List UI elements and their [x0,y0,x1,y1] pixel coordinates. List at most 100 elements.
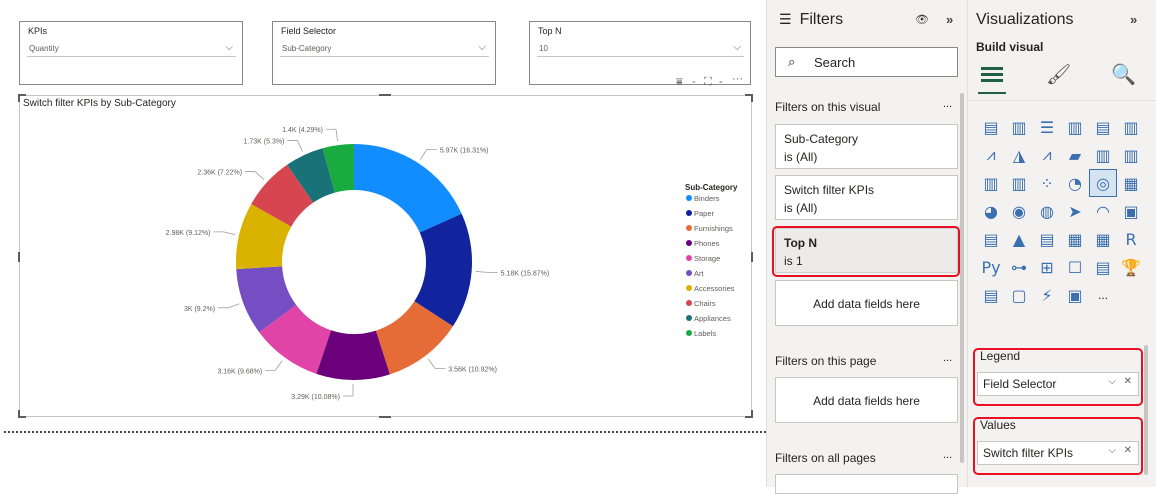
clustered-column-chart-icon[interactable]: ▥ [1061,113,1089,141]
legend-item-storage[interactable]: Storage [694,254,720,263]
gauge-icon[interactable]: ◠ [1089,197,1117,225]
kpi-icon[interactable]: ▲ [1005,225,1033,253]
resize-handle-bottom[interactable] [379,416,391,418]
data-label: 5.18K (15.87%) [501,270,550,277]
top-n-dropdown[interactable]: 10 ⌵ [537,41,744,57]
multi-row-card-icon[interactable]: ▤ [977,225,1005,253]
legend-item-furnishings[interactable]: Furnishings [694,224,733,233]
format-visual-tab-icon[interactable]: 🖌 [1046,62,1071,87]
gallery-glyph: ◕ [984,201,998,221]
viz-scrollbar[interactable] [1144,345,1148,475]
card-icon[interactable]: ▣ [1117,197,1145,225]
decomposition-tree-icon[interactable]: ⊞ [1033,253,1061,281]
donut-slice-binders[interactable] [354,144,462,233]
100-stacked-column-chart-icon[interactable]: ▥ [1117,113,1145,141]
kpis-slicer[interactable]: KPIs Quantity ⌵ [19,21,243,85]
azure-map-icon[interactable]: ➤ [1061,197,1089,225]
100-stacked-bar-chart-icon[interactable]: ▤ [1089,113,1117,141]
legend-marker [686,195,692,201]
slicer-title: Field Selector [281,26,337,36]
scatter-chart-icon[interactable]: ⁘ [1033,169,1061,197]
separator-dash: - [692,76,696,88]
legend-item-paper[interactable]: Paper [694,209,715,218]
visualizations-title: Visualizations [976,11,1074,28]
waterfall-chart-icon[interactable]: ▥ [977,169,1005,197]
resize-handle-right[interactable] [751,252,753,262]
power-apps-icon[interactable]: ▢ [1005,281,1033,309]
get-more-visuals-icon[interactable]: ▣ [1061,281,1089,309]
paginated-report-icon[interactable]: 🏆 [1117,253,1145,281]
field-selector-dropdown[interactable]: Sub-Category ⌵ [280,41,489,57]
build-visual-tab-icon[interactable] [980,64,1004,86]
filters-scrollbar[interactable] [960,93,964,463]
filled-map-icon[interactable]: ◉ [1005,197,1033,225]
r-visual-icon[interactable]: R [1117,225,1145,253]
table-icon[interactable]: ▦ [1061,225,1089,253]
pie-chart-icon[interactable]: ◔ [1061,169,1089,197]
add-page-filter-drop-zone[interactable]: Add data fields here [775,377,958,423]
power-automate-icon[interactable]: ⚡ [1033,281,1061,309]
more-options-icon[interactable]: ··· [732,73,743,85]
focus-mode-icon[interactable]: ⛶ [704,76,712,89]
kpis-dropdown[interactable]: Quantity ⌵ [27,41,236,57]
filters-search-input[interactable]: ⌕ Search [775,47,958,77]
collapse-pane-icon[interactable]: » [1130,12,1137,27]
metrics-icon[interactable]: ▤ [977,281,1005,309]
qa-icon[interactable]: ☐ [1061,253,1089,281]
top-n-slicer[interactable]: Top N 10 ⌵ [529,21,751,85]
chevron-down-icon[interactable]: ⌵ [225,42,233,53]
matrix-icon[interactable]: ▦ [1089,225,1117,253]
stacked-area-chart-icon[interactable]: ⩘ [1033,141,1061,169]
legend-item-accessories[interactable]: Accessories [694,284,735,293]
field-selector-slicer[interactable]: Field Selector Sub-Category ⌵ [272,21,496,85]
key-influencers-icon[interactable]: ⊶ [1005,253,1033,281]
legend-item-appliances[interactable]: Appliances [694,314,731,323]
gallery-glyph: ▦ [1095,229,1111,249]
clustered-bar-chart-icon[interactable]: ☰ [1033,113,1061,141]
more-options-icon[interactable]: ... [943,449,952,461]
line-clustered-column-icon[interactable]: ▥ [1089,141,1117,169]
analytics-tab-icon[interactable]: 🔍 [1111,62,1136,87]
smart-narrative-icon[interactable]: ▤ [1089,253,1117,281]
gallery-glyph: ◍ [1040,201,1054,221]
filter-card-switch-filter-kpis[interactable]: Switch filter KPIs is (All) [775,175,958,220]
filters-on-page-heading: Filters on this page [775,354,877,368]
filter-icon[interactable]: ⩸ [676,76,683,89]
legend-item-chairs[interactable]: Chairs [694,299,716,308]
legend-item-labels[interactable]: Labels [694,329,716,338]
donut-chart-icon[interactable]: ◎ [1089,169,1117,197]
slicer-icon[interactable]: ▤ [1033,225,1061,253]
map-icon[interactable]: ◕ [977,197,1005,225]
more-options-icon[interactable]: ... [943,352,952,364]
more-visuals-button[interactable]: ... [1089,281,1117,309]
ribbon-chart-icon[interactable]: ▥ [1117,141,1145,169]
line-chart-icon[interactable]: ⩘ [977,141,1005,169]
leader-line [287,140,303,152]
python-visual-icon[interactable]: Py [977,253,1005,281]
area-chart-icon[interactable]: ◮ [1005,141,1033,169]
funnel-chart-icon[interactable]: ▥ [1005,169,1033,197]
collapse-pane-icon[interactable]: » [946,12,953,27]
stacked-column-chart-icon[interactable]: ▥ [1005,113,1033,141]
treemap-icon[interactable]: ▦ [1117,169,1145,197]
leader-line [213,231,236,235]
line-stacked-column-icon[interactable]: ▰ [1061,141,1089,169]
gallery-glyph: ▣ [1067,285,1083,305]
chevron-down-icon[interactable]: ⌵ [478,42,486,53]
shape-map-icon[interactable]: ◍ [1033,197,1061,225]
more-options-icon[interactable]: ... [943,98,952,110]
add-visual-filter-drop-zone[interactable]: Add data fields here [775,280,958,326]
legend-item-phones[interactable]: Phones [694,239,720,248]
visualizations-pane: Visualizations » Build visual 🖌 🔍 ▤ ▥ ☰ ▥ ▤ ▥… [967,0,1156,487]
gallery-glyph: ☰ [1039,117,1055,137]
eye-icon[interactable]: 👁 [915,13,929,26]
data-label: 3.29K (10.08%) [291,394,340,401]
gallery-glyph: ⊞ [1040,257,1054,277]
donut-chart-visual[interactable]: Switch filter KPIs by Sub-Category 5.97K… [18,94,753,418]
filter-card-sub-category[interactable]: Sub-Category is (All) [775,124,958,169]
legend-item-binders[interactable]: Binders [694,194,720,203]
legend-item-art[interactable]: Art [694,269,705,278]
chevron-down-icon[interactable]: ⌵ [733,42,741,53]
stacked-bar-chart-icon[interactable]: ▤ [977,113,1005,141]
add-report-filter-drop-zone[interactable] [775,474,958,494]
